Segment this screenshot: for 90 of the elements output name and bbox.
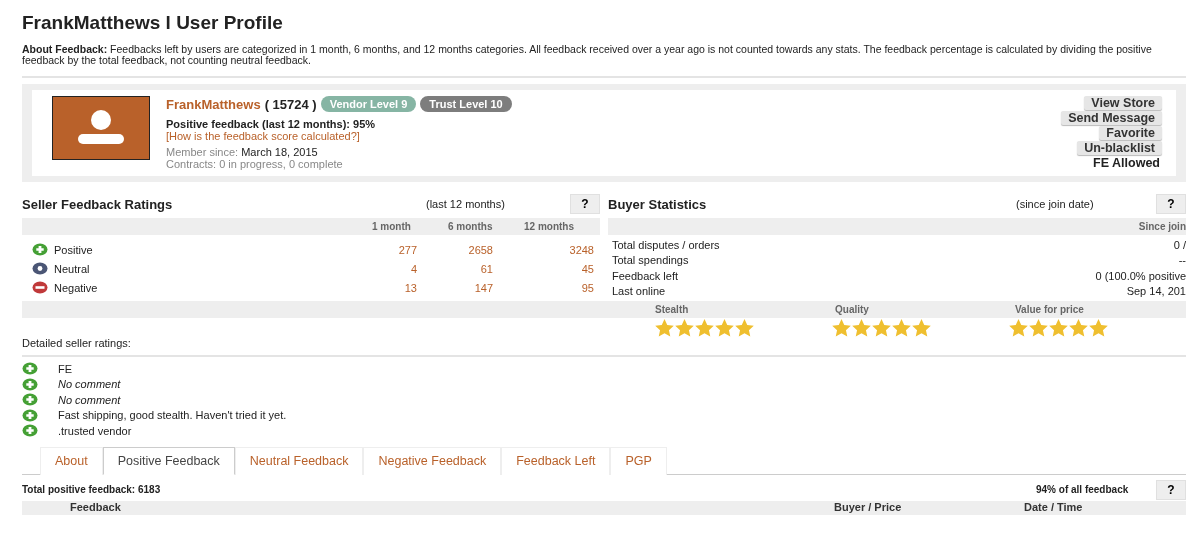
table-cell-text: 13 — [403, 281, 417, 294]
level-badge: Vendor Level 9 — [320, 96, 417, 112]
star-icon — [912, 319, 931, 337]
tab[interactable]: Feedback Left — [501, 446, 611, 475]
star-icon — [695, 319, 714, 337]
profile-action-button[interactable]: Un-blacklist — [1077, 141, 1162, 155]
profile-action-button[interactable]: Favorite — [1099, 126, 1162, 140]
profile-action-button[interactable]: View Store — [1084, 96, 1162, 110]
section-title: Seller Feedback Ratings — [22, 196, 174, 212]
page-title: FrankMatthews l User Profile — [22, 12, 284, 34]
table-cell-text: 277 — [397, 243, 417, 256]
column-header: Date / Time — [1024, 500, 1084, 513]
star-icon — [1029, 319, 1048, 337]
rating-comment: No comment — [58, 378, 121, 391]
table-cell-text: 3248 — [568, 243, 594, 256]
star-icon — [735, 319, 754, 337]
stat-value: -- — [1178, 254, 1186, 267]
neutral-feedback-icon — [32, 262, 48, 275]
detailed-ratings-title: Detailed seller ratings: — [22, 337, 132, 349]
stat-label: Total spendings — [612, 254, 689, 267]
rating-comment: No comment — [58, 393, 121, 406]
table-cell-text: 2658 — [467, 243, 493, 256]
help-button[interactable]: ? — [1156, 479, 1186, 500]
fe-status: FE Allowed — [1093, 156, 1161, 170]
table-cell-text: 4 — [409, 262, 417, 275]
table-cell-text: 95 — [580, 281, 594, 294]
column-header: Feedback — [69, 500, 122, 513]
stat-label: Last online — [612, 285, 666, 298]
negative-feedback-icon — [32, 281, 48, 294]
star-icon — [715, 319, 734, 337]
profile-action-button[interactable]: Send Message — [1061, 111, 1162, 125]
star-icon — [832, 319, 851, 337]
username: FrankMatthews — [166, 96, 261, 112]
tab[interactable]: Positive Feedback — [102, 446, 235, 475]
user-silhouette-icon — [75, 110, 127, 146]
rating-label: Positive — [53, 243, 94, 256]
period-label: (since join date) — [1016, 198, 1095, 210]
column-header: Since join — [1137, 221, 1186, 232]
feedback-score-link[interactable]: [How is the feedback score calculated?] — [166, 130, 360, 142]
positive-feedback-icon — [22, 362, 38, 376]
stat-value: 0 (100.0% positive — [1095, 269, 1186, 282]
star-icon — [892, 319, 911, 337]
contracts-summary: Contracts: 0 in progress, 0 complete — [166, 158, 344, 170]
tab[interactable]: Negative Feedback — [363, 446, 502, 475]
tab[interactable]: About — [40, 446, 103, 475]
tab[interactable]: Neutral Feedback — [234, 446, 364, 475]
member-since: Member since: March 18, 2015 — [166, 146, 319, 158]
star-icon — [872, 319, 891, 337]
star-icon — [1089, 319, 1108, 337]
table-cell-text: 61 — [479, 262, 493, 275]
star-icon — [675, 319, 694, 337]
rating-comment: .trusted vendor — [58, 424, 132, 437]
column-header: 1 month — [372, 221, 412, 232]
section-title: Buyer Statistics — [608, 196, 708, 212]
stat-value: Sep 14, 201 — [1126, 285, 1186, 298]
star-icon — [852, 319, 871, 337]
column-header: 6 months — [448, 221, 494, 232]
rating-label: Neutral — [53, 262, 91, 275]
table-cell-text: 147 — [473, 281, 493, 294]
rating-comment: FE — [58, 362, 73, 375]
stat-value: 0 / — [1173, 238, 1186, 251]
feedback-share: 94% of all feedback — [1036, 484, 1130, 495]
about-feedback-text: About Feedback: Feedbacks left by users are categorized in 1 month, 6 months, and 12 months categories. All feedback received over a year ago is not counted towards any stats. The feedback percentage is calculated by dividing the positive feedback by the total feedback, not counting neutral feedback. — [22, 44, 1153, 66]
positive-feedback-icon — [22, 424, 38, 438]
column-header: 12 months — [524, 221, 575, 232]
user-score: ( 15724 ) — [264, 96, 317, 112]
stat-label: Feedback left — [612, 269, 679, 282]
help-button[interactable]: ? — [570, 194, 600, 214]
rating-label: Negative — [53, 281, 99, 294]
positive-feedback-icon — [32, 243, 48, 256]
star-icon — [1069, 319, 1088, 337]
star-icon — [1049, 319, 1068, 337]
tab[interactable]: PGP — [610, 446, 667, 475]
period-label: (last 12 months) — [426, 198, 506, 210]
star-icon — [1009, 319, 1028, 337]
column-header: Buyer / Price — [834, 500, 903, 513]
stat-label: Total disputes / orders — [612, 238, 720, 251]
total-feedback: Total positive feedback: 6183 — [22, 484, 162, 495]
column-header: Quality — [835, 304, 870, 315]
positive-feedback-icon — [22, 393, 38, 407]
help-button[interactable]: ? — [1156, 194, 1186, 214]
column-header: Stealth — [655, 304, 690, 315]
column-header: Value for price — [1015, 304, 1085, 315]
positive-feedback-summary: Positive feedback (last 12 months): 95% — [166, 118, 377, 130]
positive-feedback-icon — [22, 408, 38, 422]
level-badge: Trust Level 10 — [420, 96, 512, 112]
star-icon — [655, 319, 674, 337]
table-cell-text: 45 — [580, 262, 594, 275]
positive-feedback-icon — [22, 377, 38, 391]
rating-comment: Fast shipping, good stealth. Haven't tried it yet. — [58, 409, 287, 422]
